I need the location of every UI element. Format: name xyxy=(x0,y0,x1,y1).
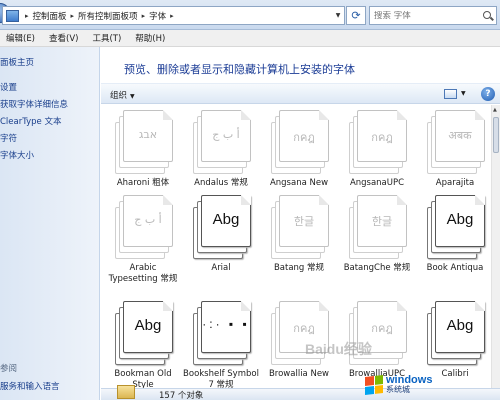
page-title: 预览、删除或者显示和隐藏计算机上安装的字体 xyxy=(124,63,355,76)
chevron-down-icon: ▼ xyxy=(130,93,135,100)
font-thumbnail: Abg xyxy=(427,195,485,261)
font-sample: Abg xyxy=(134,317,162,334)
organize-label: 组织 xyxy=(110,91,128,101)
font-sample: अबक xyxy=(448,129,472,142)
font-sample: ·:· ▪ ▪ xyxy=(202,317,250,331)
font-sample: 한글 xyxy=(293,215,315,228)
font-sample: أ ب ج xyxy=(212,128,240,141)
search-input[interactable] xyxy=(370,10,474,21)
font-sample: Abg xyxy=(446,211,474,228)
font-name: Arial xyxy=(211,263,231,273)
font-thumbnail: Abg xyxy=(193,195,251,261)
link-cleartype[interactable]: ClearType 文本 xyxy=(0,115,61,127)
font-name: Angsana New xyxy=(269,178,329,188)
vertical-scrollbar[interactable]: ▲ xyxy=(491,105,500,388)
font-thumbnail: Abg xyxy=(427,301,485,367)
folder-icon xyxy=(117,385,135,399)
control-panel-icon xyxy=(6,9,19,22)
address-bar: ▸ 控制面板 ▸ 所有控制面板项 ▸ 字体 ▸ ▼ ⟳ xyxy=(0,0,500,30)
command-bar: 组织 ▼ ▼ ? xyxy=(101,83,500,104)
watermark-site: 系统城 xyxy=(386,385,410,394)
font-thumbnail: Abg xyxy=(115,301,173,367)
font-name: Aparajita xyxy=(435,178,475,188)
font-name: BatangChe 常规 xyxy=(343,263,411,273)
font-name: Arabic Typesetting 常规 xyxy=(108,263,178,284)
font-thumbnail: अबक xyxy=(427,110,485,176)
font-thumbnail: ·:· ▪ ▪ xyxy=(193,301,251,367)
search-box[interactable] xyxy=(369,6,497,25)
link-region-language[interactable]: 服务和输入语言 xyxy=(0,380,60,392)
font-thumbnail: กคฎ xyxy=(349,110,407,176)
font-sample: กคฎ xyxy=(293,131,315,144)
font-name: Andalus 常规 xyxy=(194,178,248,188)
chevron-right-icon[interactable]: ▸ xyxy=(25,12,29,20)
font-name: Bookman Old Style xyxy=(114,369,172,388)
breadcrumb-control-panel[interactable]: 控制面板 xyxy=(33,10,67,22)
breadcrumb-all-items[interactable]: 所有控制面板项 xyxy=(78,10,138,22)
font-sample: Abg xyxy=(446,317,474,334)
font-name: Browallia New xyxy=(268,369,330,379)
font-sample: กคฎ xyxy=(293,322,315,335)
link-characters[interactable]: 字符 xyxy=(0,132,17,144)
watermark-brand: windows xyxy=(386,374,433,386)
scroll-up-icon[interactable]: ▲ xyxy=(493,107,497,113)
baidu-watermark: Baidu经验 xyxy=(305,341,372,357)
see-also-heading: 参阅 xyxy=(0,364,18,374)
windows-logo-icon xyxy=(365,375,383,395)
font-sample: אבג xyxy=(138,128,158,141)
font-thumbnail: 한글 xyxy=(349,195,407,261)
font-sample: أ ب ج xyxy=(134,213,162,226)
font-thumbnail: 한글 xyxy=(271,195,329,261)
chevron-right-icon[interactable]: ▸ xyxy=(142,12,146,20)
font-thumbnail: أ ب ج xyxy=(115,195,173,261)
font-grid: אבג Aharoni 粗体 أ ب ج Andalus 常规 กคฎ Angs… xyxy=(101,105,491,388)
organize-button[interactable]: 组织 ▼ xyxy=(110,89,135,101)
address-field[interactable]: ▸ 控制面板 ▸ 所有控制面板项 ▸ 字体 ▸ ▼ xyxy=(2,6,345,25)
link-home[interactable]: 面板主页 xyxy=(0,56,34,68)
menu-bar: 编辑(E) 查看(V) 工具(T) 帮助(H) xyxy=(0,30,500,47)
menu-help[interactable]: 帮助(H) xyxy=(129,32,173,44)
chevron-right-icon[interactable]: ▸ xyxy=(71,12,75,20)
link-font-size[interactable]: 字体大小 xyxy=(0,149,34,161)
refresh-button[interactable]: ⟳ xyxy=(346,6,366,25)
font-name: Batang 常规 xyxy=(273,263,325,273)
view-dropdown-icon[interactable]: ▼ xyxy=(461,90,466,97)
font-thumbnail: กคฎ xyxy=(271,110,329,176)
font-sample: Abg xyxy=(212,211,240,228)
font-sample: กคฎ xyxy=(371,131,393,144)
menu-edit[interactable]: 编辑(E) xyxy=(0,32,43,44)
search-icon[interactable] xyxy=(483,11,491,19)
scrollbar-thumb[interactable] xyxy=(493,117,499,153)
font-name: Bookshelf Symbol 7 常规 xyxy=(183,369,259,388)
address-dropdown-icon[interactable]: ▼ xyxy=(332,12,344,19)
font-name: Book Antiqua xyxy=(426,263,484,273)
breadcrumb-fonts[interactable]: 字体 xyxy=(149,10,166,22)
menu-view[interactable]: 查看(V) xyxy=(43,32,86,44)
font-sample: 한글 xyxy=(371,215,393,228)
change-view-icon[interactable] xyxy=(444,89,457,99)
font-sample: กคฎ xyxy=(371,322,393,335)
link-settings[interactable]: 设置 xyxy=(0,81,17,93)
content-pane: 预览、删除或者显示和隐藏计算机上安装的字体 组织 ▼ ▼ ? אבג Aharon… xyxy=(101,47,500,401)
font-name: AngsanaUPC xyxy=(349,178,405,188)
item-count: 157 个对象 xyxy=(159,391,204,401)
chevron-right-icon[interactable]: ▸ xyxy=(170,12,174,20)
windows-watermark: windows 系统城 xyxy=(365,370,500,400)
font-name: Aharoni 粗体 xyxy=(116,178,170,188)
link-get-font-info[interactable]: 获取字体详细信息 xyxy=(0,98,68,110)
help-icon[interactable]: ? xyxy=(481,87,495,101)
menu-tools[interactable]: 工具(T) xyxy=(86,32,129,44)
left-pane: 面板主页 设置 获取字体详细信息 ClearType 文本 字符 字体大小 参阅… xyxy=(0,47,100,400)
font-thumbnail: אבג xyxy=(115,110,173,176)
font-thumbnail: أ ب ج xyxy=(193,110,251,176)
